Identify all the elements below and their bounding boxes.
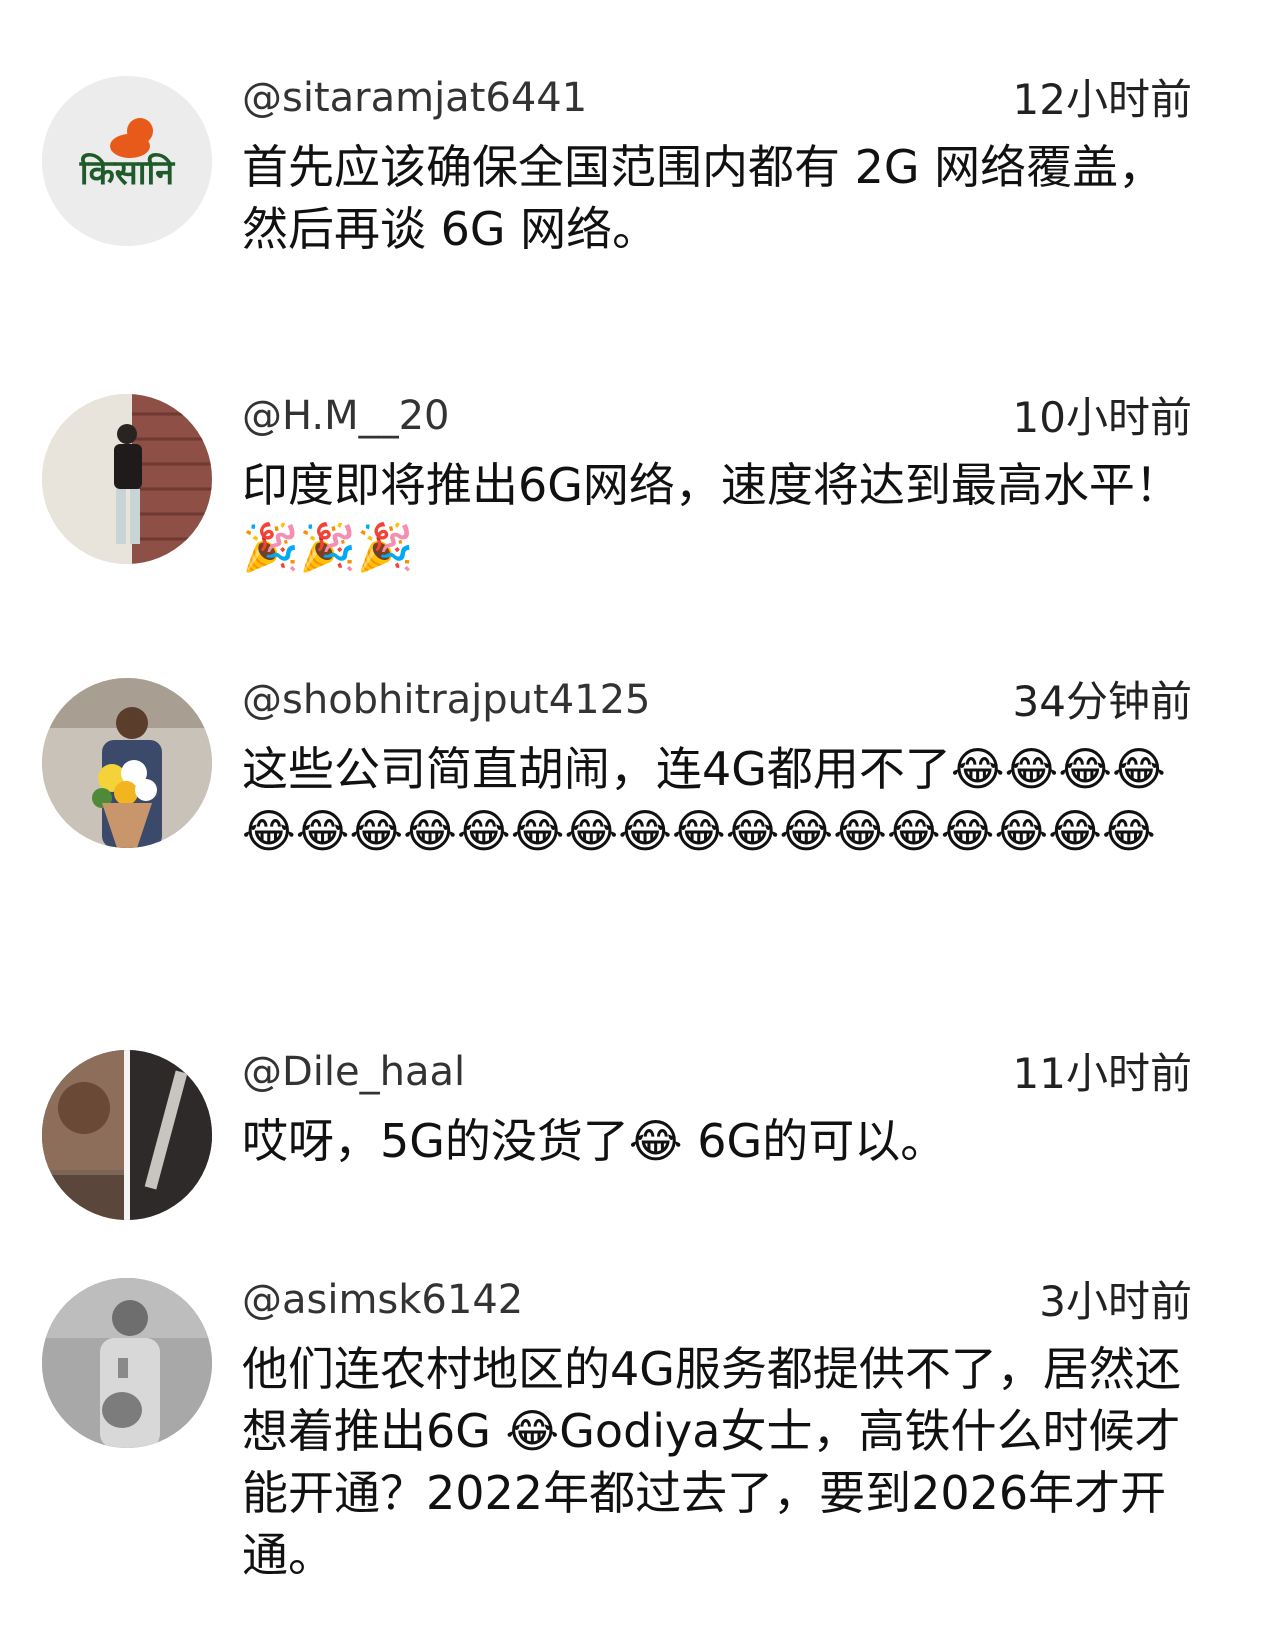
timestamp: 10小时前 (1012, 393, 1192, 442)
user-photo-icon (42, 1278, 212, 1448)
comment-text: 首先应该确保全国范围内都有 2G 网络覆盖，然后再谈 6G 网络。 (242, 140, 1165, 256)
timestamp: 34分钟前 (1012, 677, 1192, 726)
svg-text:किसानि: किसानि (79, 152, 176, 193)
username[interactable]: @sitaramjat6441 (242, 74, 587, 122)
comment-text: 这些公司简直胡闹，连4G都用不了😂😂😂😂😂😂😂😂😂😂😂😂😂😂😂😂😂😂😂😂😂 (242, 742, 1166, 858)
avatar[interactable] (42, 394, 212, 564)
comment-text: 印度即将推出6G网络，速度将达到最高水平！ 🎉🎉🎉 (242, 458, 1181, 574)
avatar[interactable] (42, 1050, 212, 1220)
user-photo-icon (42, 1050, 212, 1220)
timestamp: 12小时前 (1012, 75, 1192, 124)
username[interactable]: @H.M__20 (242, 392, 450, 440)
avatar[interactable]: किसानि (42, 76, 212, 246)
timestamp: 3小时前 (1039, 1277, 1192, 1326)
username[interactable]: @Dile_haal (242, 1048, 465, 1096)
comment-text: 他们连农村地区的4G服务都提供不了，居然还想着推出6G 😂Godiya女士，高铁… (242, 1342, 1181, 1582)
user-photo-icon (42, 678, 212, 848)
comment-text: 哎呀，5G的没货了😂 6G的可以。 (242, 1114, 947, 1168)
avatar[interactable] (42, 678, 212, 848)
user-photo-icon (42, 394, 212, 564)
username[interactable]: @asimsk6142 (242, 1276, 523, 1324)
username[interactable]: @shobhitrajput4125 (242, 676, 651, 724)
farmer-logo-icon: किसानि (42, 76, 212, 246)
avatar[interactable] (42, 1278, 212, 1448)
timestamp: 11小时前 (1012, 1049, 1192, 1098)
